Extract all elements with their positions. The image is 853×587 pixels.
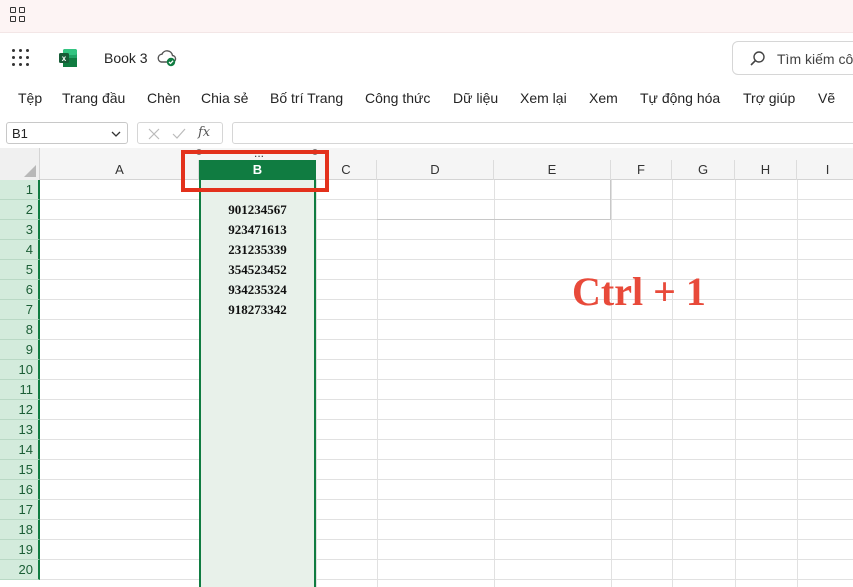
tab-review[interactable]: Xem lại xyxy=(520,90,567,106)
tab-view[interactable]: Xem xyxy=(589,90,618,106)
formula-buttons: fx xyxy=(137,122,223,144)
row-gridline xyxy=(40,299,853,300)
cell-b7[interactable]: 918273342 xyxy=(201,300,314,320)
tab-home[interactable]: Trang đầu xyxy=(62,90,125,106)
row-header-9[interactable]: 9 xyxy=(0,340,40,360)
row-header-18[interactable]: 18 xyxy=(0,520,40,540)
cell-b5[interactable]: 354523452 xyxy=(201,260,314,280)
row-header-11[interactable]: 11 xyxy=(0,380,40,400)
shortcut-annotation: Ctrl + 1 xyxy=(572,269,706,314)
row-header-3[interactable]: 3 xyxy=(0,220,40,240)
search-placeholder: Tìm kiếm cô xyxy=(777,51,853,67)
row-header-10[interactable]: 10 xyxy=(0,360,40,380)
column-gridline xyxy=(494,180,495,587)
row-header-4[interactable]: 4 xyxy=(0,240,40,260)
tab-automate[interactable]: Tự động hóa xyxy=(640,90,720,106)
column-gridline xyxy=(735,180,736,587)
row-header-12[interactable]: 12 xyxy=(0,400,40,420)
column-header-e[interactable]: E xyxy=(494,160,611,180)
row-gridline xyxy=(40,319,853,320)
row-header-1[interactable]: 1 xyxy=(0,180,40,200)
row-gridline xyxy=(40,379,853,380)
row-gridline xyxy=(40,339,853,340)
row-gridline xyxy=(40,419,853,420)
tab-help[interactable]: Trợ giúp xyxy=(743,90,795,106)
formula-bar: B1 fx xyxy=(0,118,853,148)
chevron-down-icon[interactable] xyxy=(111,130,121,138)
row-gridline xyxy=(40,579,853,580)
tab-data[interactable]: Dữ liệu xyxy=(453,90,498,106)
spreadsheet-grid[interactable]: A B C D E F G H I ... 1 2 3 4 5 6 7 8 9 10 11 12 13 1… xyxy=(0,148,853,587)
tab-share[interactable]: Chia sẻ xyxy=(201,90,248,106)
cell-b6[interactable]: 934235324 xyxy=(201,280,314,300)
row-gridline xyxy=(40,559,853,560)
column-header-i[interactable]: I xyxy=(797,160,853,180)
row-header-20[interactable]: 20 xyxy=(0,560,40,580)
cancel-icon[interactable] xyxy=(146,126,162,142)
formula-input[interactable] xyxy=(232,122,853,144)
search-box[interactable]: Tìm kiếm cô xyxy=(732,41,853,75)
column-gridline xyxy=(672,180,673,587)
cloud-saved-icon[interactable] xyxy=(156,48,178,68)
column-header-a[interactable]: A xyxy=(41,160,199,180)
row-header-2[interactable]: 2 xyxy=(0,200,40,220)
cell-b4[interactable]: 231235339 xyxy=(201,240,314,260)
row-gridline xyxy=(40,499,853,500)
row-header-8[interactable]: 8 xyxy=(0,320,40,340)
document-title[interactable]: Book 3 xyxy=(104,50,148,66)
row-gridline xyxy=(40,259,853,260)
search-icon xyxy=(750,51,765,66)
row-gridline xyxy=(40,479,853,480)
select-all-icon xyxy=(24,165,36,177)
row-gridline xyxy=(40,239,853,240)
tab-draw[interactable]: Vẽ xyxy=(818,90,835,106)
row-header-16[interactable]: 16 xyxy=(0,480,40,500)
tab-insert[interactable]: Chèn xyxy=(147,90,180,106)
row-header-6[interactable]: 6 xyxy=(0,280,40,300)
row-gridline xyxy=(40,279,853,280)
apps-grid-icon[interactable] xyxy=(10,7,26,23)
column-header-row: A B C D E F G H I ... xyxy=(0,148,853,180)
row-header-5[interactable]: 5 xyxy=(0,260,40,280)
cell-b3[interactable]: 923471613 xyxy=(201,220,314,240)
row-header-17[interactable]: 17 xyxy=(0,500,40,520)
column-gridline xyxy=(377,180,378,587)
row-header-19[interactable]: 19 xyxy=(0,540,40,560)
row-header-7[interactable]: 7 xyxy=(0,300,40,320)
tab-page-layout[interactable]: Bố trí Trang xyxy=(270,90,343,106)
row-gridline xyxy=(40,539,853,540)
top-strip xyxy=(0,0,853,33)
cell-b2[interactable]: 901234567 xyxy=(201,200,314,220)
column-header-f[interactable]: F xyxy=(611,160,672,180)
tab-formulas[interactable]: Công thức xyxy=(365,90,430,106)
insert-function-button[interactable]: fx xyxy=(198,125,210,140)
column-gridline xyxy=(797,180,798,587)
row-gridline xyxy=(40,459,853,460)
column-b-highlight-box xyxy=(181,150,329,192)
ribbon-tabs: Tệp Trang đầu Chèn Chia sẻ Bố trí Trang … xyxy=(0,82,853,116)
column-gridline xyxy=(611,180,612,587)
row-header-14[interactable]: 14 xyxy=(0,440,40,460)
row-gridline xyxy=(40,399,853,400)
cell-d1-e1-border xyxy=(377,180,611,220)
row-gridline xyxy=(40,439,853,440)
column-gridline xyxy=(316,180,317,587)
column-header-h[interactable]: H xyxy=(735,160,797,180)
select-all-button[interactable] xyxy=(0,148,40,180)
row-header-15[interactable]: 15 xyxy=(0,460,40,480)
row-gridline xyxy=(40,359,853,360)
name-box-value: B1 xyxy=(12,126,28,141)
row-header-13[interactable]: 13 xyxy=(0,420,40,440)
row-gridline xyxy=(40,519,853,520)
column-header-d[interactable]: D xyxy=(377,160,494,180)
check-icon[interactable] xyxy=(171,126,187,142)
svg-text:x: x xyxy=(62,54,67,63)
column-header-g[interactable]: G xyxy=(672,160,735,180)
app-launcher-icon[interactable] xyxy=(12,49,30,67)
name-box[interactable]: B1 xyxy=(6,122,128,144)
title-bar: x Book 3 Tìm kiếm cô xyxy=(0,34,853,82)
excel-logo-icon[interactable]: x xyxy=(58,48,78,68)
tab-file[interactable]: Tệp xyxy=(18,90,42,106)
